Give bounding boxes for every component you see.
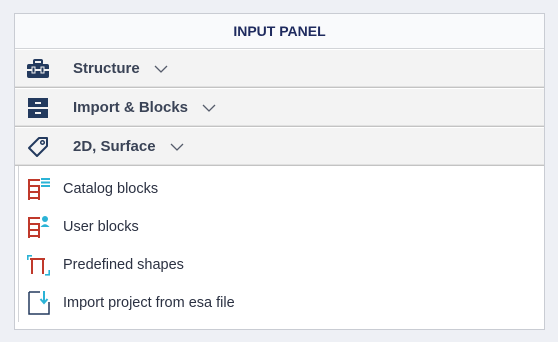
user-blocks-icon — [25, 214, 53, 240]
chevron-down-icon — [202, 104, 216, 112]
catalog-blocks-label: Catalog blocks — [63, 181, 159, 197]
catalog-blocks-icon — [25, 176, 53, 202]
list-item-predefined-shapes[interactable]: Predefined shapes — [19, 246, 544, 284]
section-import-blocks[interactable]: Import & Blocks — [15, 88, 544, 127]
tag-icon — [25, 134, 51, 160]
section-structure-label: Structure — [73, 60, 140, 77]
predefined-shapes-label: Predefined shapes — [63, 257, 184, 273]
list-item-catalog-blocks[interactable]: Catalog blocks — [19, 170, 544, 208]
cabinet-icon — [25, 95, 51, 121]
chevron-down-icon — [154, 65, 168, 73]
user-blocks-label: User blocks — [63, 219, 139, 235]
list-item-user-blocks[interactable]: User blocks — [19, 208, 544, 246]
list-item-import-esa[interactable]: Import project from esa file — [19, 284, 544, 322]
import-blocks-content: Catalog blocks User blocks Predefined sh… — [18, 166, 544, 322]
section-2d-surface[interactable]: 2D, Surface — [15, 127, 544, 166]
input-panel: INPUT PANEL Structure Import & Blocks 2D… — [14, 13, 545, 330]
chevron-down-icon — [170, 143, 184, 151]
panel-title: INPUT PANEL — [15, 14, 544, 49]
section-2d-surface-label: 2D, Surface — [73, 138, 156, 155]
import-file-icon — [25, 290, 53, 316]
import-esa-label: Import project from esa file — [63, 295, 235, 311]
section-import-blocks-label: Import & Blocks — [73, 99, 189, 116]
section-structure[interactable]: Structure — [15, 49, 544, 88]
predefined-shapes-icon — [25, 252, 53, 278]
toolbox-icon — [25, 56, 51, 82]
